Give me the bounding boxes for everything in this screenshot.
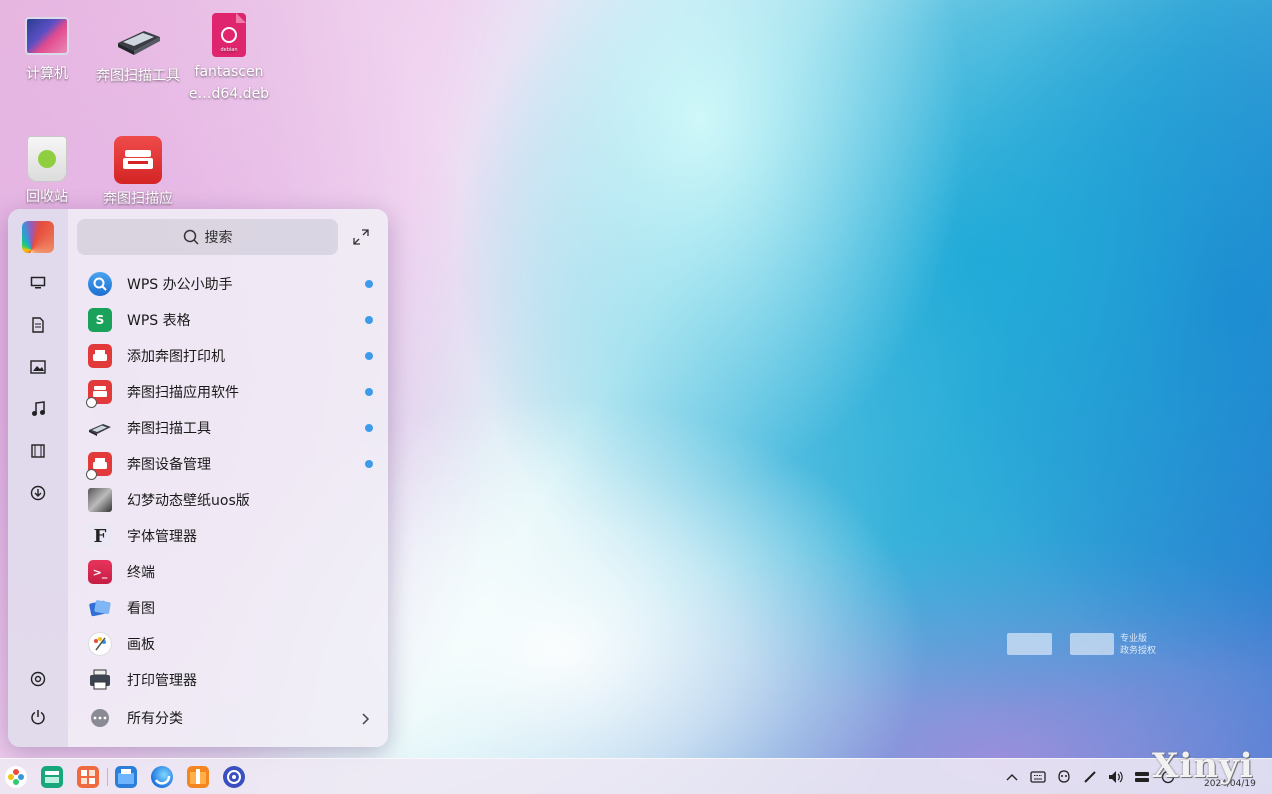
- terminal-icon: >_: [88, 560, 112, 584]
- desktop-icon-deb-file[interactable]: debian fantascene…d64.deb: [187, 13, 271, 105]
- settings-icon[interactable]: [26, 667, 50, 691]
- browser-icon[interactable]: [151, 766, 173, 788]
- app-list: WPS 办公小助手 S WPS 表格 添加奔图打印机 奔图扫描应用软件 奔图扫描…: [76, 266, 388, 698]
- app-item-wps-assistant[interactable]: WPS 办公小助手: [76, 266, 388, 302]
- desktop: 计算机 奔图扫描工具 debian fantascene…d64.deb 回收站: [0, 0, 1272, 794]
- download-icon[interactable]: [26, 481, 50, 505]
- user-avatar[interactable]: [22, 221, 54, 253]
- computer-icon[interactable]: [26, 271, 50, 295]
- scanner-icon: [88, 416, 112, 440]
- debian-package-icon: debian: [212, 13, 246, 57]
- desktop-icon-computer[interactable]: 计算机: [5, 13, 89, 85]
- app-item-scanner-tool[interactable]: 奔图扫描工具: [76, 410, 388, 446]
- volume-icon[interactable]: [1108, 769, 1124, 785]
- assistant-icon[interactable]: [1056, 769, 1072, 785]
- launcher-menu: 搜索 WPS 办公小助手 S WPS 表格 添加奔图打印机 奔图扫描应用软件 奔…: [8, 209, 388, 747]
- print-manager-icon: [88, 668, 112, 692]
- new-app-indicator: [365, 316, 373, 324]
- device-manager-icon: [86, 452, 112, 480]
- app-store-icon[interactable]: [77, 766, 99, 788]
- app-item-terminal[interactable]: >_ 终端: [76, 554, 388, 590]
- draw-icon: [88, 632, 112, 656]
- expand-icon: [353, 229, 369, 245]
- app-item-pantum-scan-app[interactable]: 奔图扫描应用软件: [76, 374, 388, 410]
- archive-icon[interactable]: [187, 766, 209, 788]
- scanner-icon: [114, 13, 162, 61]
- search-input[interactable]: 搜索: [77, 219, 338, 255]
- app-item-wps-spreadsheet[interactable]: S WPS 表格: [76, 302, 388, 338]
- pantum-scan-icon: [114, 136, 162, 184]
- document-icon[interactable]: [26, 313, 50, 337]
- new-app-indicator: [365, 352, 373, 360]
- chevron-right-icon: [360, 711, 370, 730]
- font-manager-icon: F: [88, 524, 112, 548]
- keyboard-icon[interactable]: [1030, 769, 1046, 785]
- desktop-icon-pantum-scan[interactable]: 奔图扫描应: [96, 136, 180, 210]
- edition-watermark-text: 专业版 政务授权: [1120, 634, 1157, 656]
- trash-icon: [27, 136, 67, 182]
- power-icon[interactable]: [26, 705, 50, 729]
- wps-spreadsheet-icon: S: [88, 308, 112, 332]
- new-app-indicator: [365, 280, 373, 288]
- app-item-font-manager[interactable]: F 字体管理器: [76, 518, 388, 554]
- app-item-print-manager[interactable]: 打印管理器: [76, 662, 388, 698]
- desktop-icon-scanner-tool[interactable]: 奔图扫描工具: [96, 13, 180, 87]
- video-icon[interactable]: [26, 439, 50, 463]
- app-item-add-printer[interactable]: 添加奔图打印机: [76, 338, 388, 374]
- tray-expand-icon[interactable]: [1004, 769, 1020, 785]
- app-item-live-wallpaper[interactable]: 幻梦动态壁纸uos版: [76, 482, 388, 518]
- image-viewer-icon: [88, 596, 112, 620]
- settings-icon[interactable]: [223, 766, 245, 788]
- all-categories-button[interactable]: 所有分类: [76, 700, 388, 736]
- computer-icon: [25, 17, 69, 55]
- search-icon: [183, 229, 199, 245]
- new-app-indicator: [365, 388, 373, 396]
- taskbar: 2024/04/19: [0, 758, 1272, 794]
- app-item-device-manager[interactable]: 奔图设备管理: [76, 446, 388, 482]
- launcher-icon[interactable]: [5, 766, 27, 788]
- wps-assistant-icon: [88, 272, 112, 296]
- taskbar-separator: [107, 768, 108, 786]
- edition-logo: [1007, 633, 1052, 655]
- new-app-indicator: [365, 424, 373, 432]
- file-manager-icon[interactable]: [115, 766, 137, 788]
- more-icon: [91, 709, 109, 727]
- shortcut-badge-icon: [86, 469, 97, 480]
- desktop-icon-trash[interactable]: 回收站: [5, 136, 89, 208]
- music-icon[interactable]: [26, 397, 50, 421]
- pantum-scan-app-icon: [86, 380, 112, 408]
- svg-text:debian: debian: [220, 47, 237, 53]
- launcher-sidebar: [8, 209, 68, 747]
- network-icon[interactable]: [1134, 769, 1150, 785]
- brand-watermark: Xinyi: [1152, 746, 1254, 786]
- multitask-view-icon[interactable]: [41, 766, 63, 788]
- live-wallpaper-icon: [88, 488, 112, 512]
- picture-icon[interactable]: [26, 355, 50, 379]
- add-printer-icon: [88, 344, 112, 368]
- new-app-indicator: [365, 460, 373, 468]
- app-item-image-viewer[interactable]: 看图: [76, 590, 388, 626]
- edition-logo-2: [1070, 633, 1114, 655]
- search-placeholder: 搜索: [204, 230, 233, 246]
- pen-icon[interactable]: [1082, 769, 1098, 785]
- shortcut-badge-icon: [86, 397, 97, 408]
- app-item-draw[interactable]: 画板: [76, 626, 388, 662]
- fullscreen-toggle-button[interactable]: [352, 228, 370, 246]
